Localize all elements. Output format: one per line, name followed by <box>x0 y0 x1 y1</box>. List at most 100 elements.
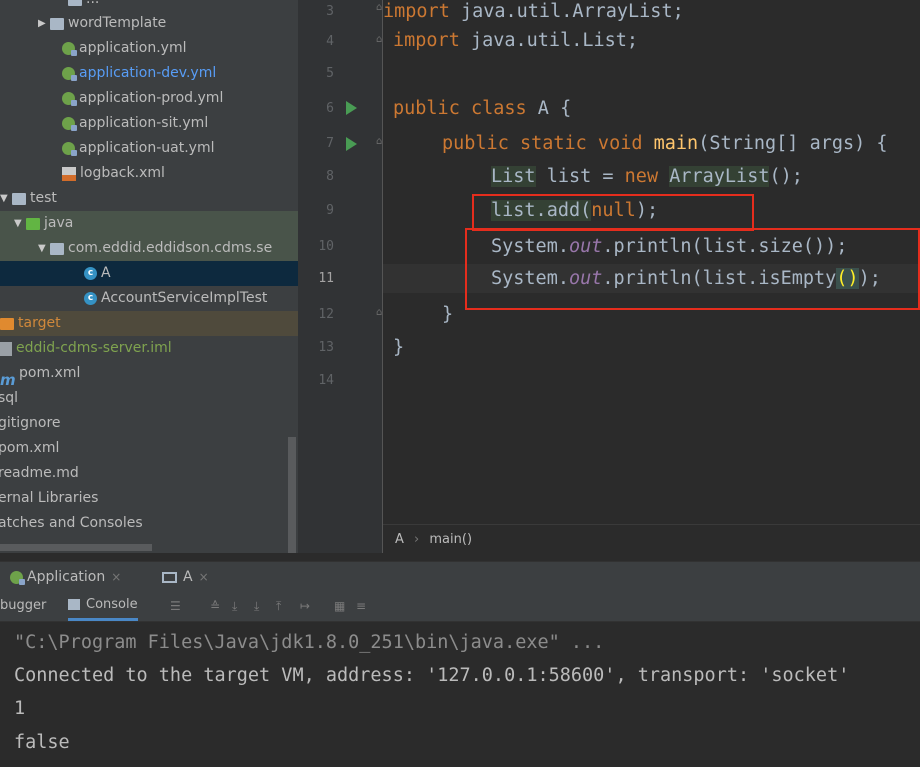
step-over-icon[interactable]: ⤓ <box>232 600 244 612</box>
tree-item-label: application-prod.yml <box>79 90 224 106</box>
tree-item-label: pom.xml <box>0 440 60 456</box>
trace-icon[interactable]: ≡ <box>356 600 368 612</box>
line-number[interactable]: 13 <box>298 333 334 362</box>
tree-vertical-scrollbar[interactable] <box>288 437 296 553</box>
evaluate-icon[interactable]: ▦ <box>334 600 346 612</box>
debug-sub-tabs: bugger Console ☰ ≙ ⤓ ⤓ ⤒ ↦ ▦ ≡ <box>0 591 920 622</box>
yml-file-icon <box>62 117 77 131</box>
debug-tabs: Application × A × <box>0 561 920 592</box>
tree-item[interactable]: atches and Consoles <box>0 511 298 536</box>
tree-item-label: target <box>18 315 61 331</box>
tree-item[interactable]: application-prod.yml <box>0 86 298 111</box>
tab-a[interactable]: A × <box>162 562 209 592</box>
annotation-box-add-null <box>472 194 754 231</box>
tree-item[interactable]: ▼ test <box>0 186 298 211</box>
tree-item[interactable]: application.yml <box>0 36 298 61</box>
code-line-7: public static void main(String[] args) { <box>442 133 888 154</box>
editor-breadcrumb: A › main() <box>383 524 920 554</box>
tree-item[interactable]: application-uat.yml <box>0 136 298 161</box>
tree-item-label: AccountServiceImplTest <box>101 290 268 306</box>
line-number[interactable]: 3 <box>298 0 334 26</box>
breadcrumb-method[interactable]: main() <box>429 532 472 547</box>
chevron-down-icon[interactable]: ▼ <box>38 236 50 261</box>
tree-item[interactable]: ernal Libraries <box>0 486 298 511</box>
line-number[interactable]: 14 <box>298 366 334 395</box>
code-line-4: import java.util.List; <box>393 30 639 51</box>
yml-file-icon <box>62 142 77 156</box>
tree-item[interactable]: ▼ com.eddid.eddidson.cdms.se <box>0 236 298 261</box>
run-gutter-icon[interactable] <box>346 101 357 115</box>
tree-item[interactable]: pom.xml <box>0 436 298 461</box>
close-icon[interactable]: × <box>111 562 121 592</box>
line-number[interactable]: 6 <box>298 94 334 123</box>
line-number[interactable]: 8 <box>298 162 334 191</box>
tree-item-label: com.eddid.eddidson.cdms.se <box>68 240 273 256</box>
tree-item-label: logback.xml <box>80 165 165 181</box>
tree-item[interactable]: application-dev.yml <box>0 61 298 86</box>
code-line-6: public class A { <box>393 98 572 119</box>
code-line-3: import java.util.ArrayList; <box>383 1 684 22</box>
tree-item[interactable]: gitignore <box>0 411 298 436</box>
tree-item-label: application-dev.yml <box>79 65 217 81</box>
menu-icon[interactable]: ☰ <box>170 600 182 612</box>
tab-debugger[interactable]: bugger <box>0 591 46 621</box>
tree-item[interactable]: cA <box>0 261 298 286</box>
console-line: Connected to the target VM, address: '12… <box>14 665 850 686</box>
tree-item[interactable]: logback.xml <box>0 161 298 186</box>
tree-item-label: ernal Libraries <box>0 490 99 506</box>
yml-file-icon <box>62 92 77 106</box>
line-number[interactable]: 4 <box>298 27 334 56</box>
chevron-right-icon[interactable]: ▶ <box>38 11 50 36</box>
tab-application[interactable]: Application × <box>10 562 121 592</box>
line-number[interactable]: 7 <box>298 129 334 158</box>
tree-item-label: pom.xml <box>19 365 81 381</box>
line-number[interactable]: 11 <box>298 264 334 293</box>
tree-item[interactable]: target <box>0 311 298 336</box>
show-execution-point-icon[interactable]: ≙ <box>210 600 222 612</box>
tab-console[interactable]: Console <box>68 591 138 621</box>
tree-item-label: java <box>44 215 74 231</box>
green-folder-icon <box>26 217 40 230</box>
console-line: 1 <box>14 698 26 719</box>
package-icon <box>50 242 64 255</box>
code-line-13: } <box>393 337 405 358</box>
console-line: false <box>14 732 70 753</box>
tree-item-label: test <box>30 190 57 206</box>
line-number[interactable]: 12 <box>298 300 334 329</box>
tree-item-label: sql <box>0 390 19 406</box>
step-into-icon[interactable]: ⤓ <box>254 600 266 612</box>
run-to-cursor-icon[interactable]: ↦ <box>300 600 312 612</box>
line-number[interactable]: 10 <box>298 232 334 261</box>
tree-item-label: A <box>101 265 111 281</box>
code-editor[interactable]: import java.util.ArrayList; import java.… <box>383 0 920 553</box>
tree-item-label: application-sit.yml <box>79 115 209 131</box>
chevron-down-icon[interactable]: ▼ <box>0 186 12 211</box>
folder-icon <box>50 17 64 30</box>
chevron-down-icon[interactable]: ▼ <box>14 211 26 236</box>
tree-item-label: application-uat.yml <box>79 140 215 156</box>
tree-item[interactable]: ▶ wordTemplate <box>0 11 298 36</box>
tree-item[interactable]: ▼ java <box>0 211 298 236</box>
close-icon[interactable]: × <box>199 562 209 592</box>
tree-item[interactable]: application-sit.yml <box>0 111 298 136</box>
annotation-box-println <box>465 228 920 310</box>
tree-item-label: application.yml <box>79 40 187 56</box>
tree-item[interactable]: sql <box>0 386 298 411</box>
yml-file-icon <box>62 42 77 56</box>
tree-item[interactable]: eddid-cdms-server.iml <box>0 336 298 361</box>
console-tab-icon <box>162 571 177 583</box>
line-number[interactable]: 9 <box>298 196 334 225</box>
run-gutter-icon[interactable] <box>346 137 357 151</box>
breadcrumb-file[interactable]: A <box>395 532 404 547</box>
step-out-icon[interactable]: ⤒ <box>276 600 288 612</box>
console-output[interactable]: "C:\Program Files\Java\jdk1.8.0_251\bin\… <box>0 622 920 767</box>
tree-item[interactable]: readme.md <box>0 461 298 486</box>
folder-icon <box>12 192 26 205</box>
tree-item[interactable]: m pom.xml <box>0 361 298 389</box>
tree-item[interactable]: c AccountServiceImplTest <box>0 286 298 311</box>
tree-item-label: atches and Consoles <box>0 515 143 531</box>
tree-horizontal-scrollbar[interactable] <box>0 544 152 551</box>
line-number[interactable]: 5 <box>298 59 334 88</box>
tree-item-label: wordTemplate <box>68 15 167 31</box>
orange-folder-icon <box>0 317 14 330</box>
